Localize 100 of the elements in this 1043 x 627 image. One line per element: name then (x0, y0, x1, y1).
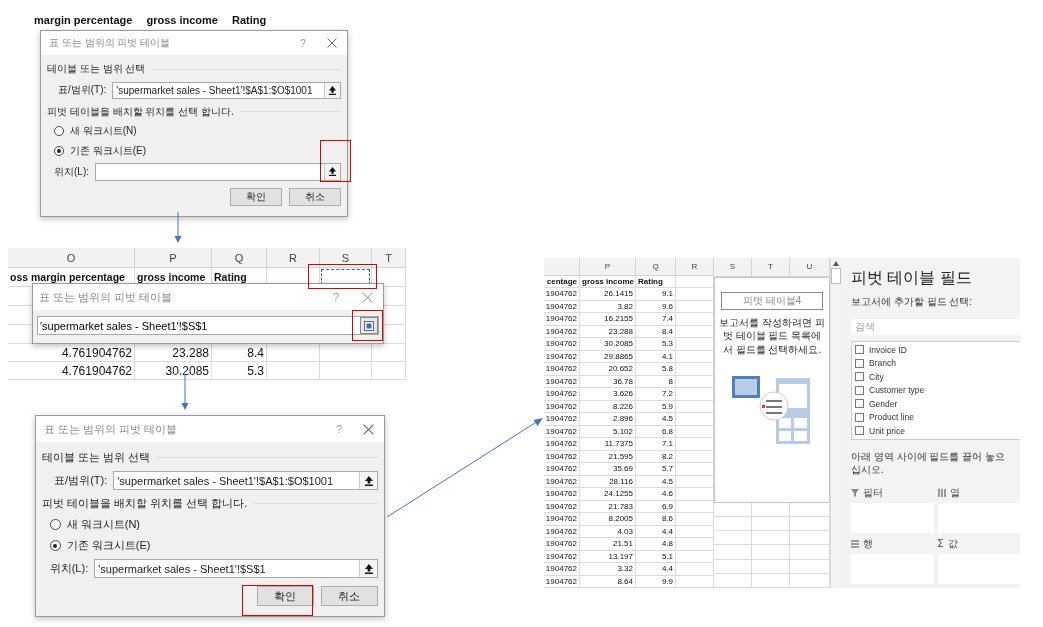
cancel-button[interactable]: 취소 (289, 188, 341, 206)
table-cell: 1904762 (544, 313, 580, 325)
ok-button[interactable]: 확인 (230, 188, 282, 206)
range-field[interactable]: 'supermarket sales - Sheet1'!$A$1:$O$1001 (113, 471, 378, 491)
expand-button[interactable] (360, 317, 378, 334)
area-label: 필터 (863, 485, 883, 500)
radio-label: 새 워크시트(N) (70, 124, 137, 138)
table-cell: 1904762 (544, 450, 580, 463)
highlight-frame (320, 140, 351, 182)
collapse-button[interactable] (324, 164, 340, 180)
column-header[interactable]: Q (212, 248, 267, 267)
column-header[interactable]: S (714, 258, 752, 276)
section-label: 피벗 테이블을 배치할 위치를 선택 합니다. (42, 496, 248, 512)
collapse-button[interactable] (324, 82, 340, 98)
area-label: 행 (863, 536, 873, 551)
table-cell: 24.1255 (580, 488, 636, 500)
table-cell: 5.3 (636, 338, 676, 350)
checkbox[interactable] (855, 412, 864, 422)
table-cell: 1904762 (544, 538, 580, 550)
checkbox[interactable] (855, 372, 864, 382)
table-cell: 1904762 (544, 463, 580, 475)
arrow (181, 373, 189, 410)
close-icon[interactable] (327, 38, 337, 48)
table-cell: 1904762 (544, 500, 580, 513)
field-label: 표/범위(T): (54, 473, 108, 489)
field-name: Branch (869, 358, 896, 369)
pane-subtitle: 보고서에 추가할 필드 선택: (851, 295, 974, 309)
dialog-title: 표 또는 범위의 피벗 테이블 (49, 36, 172, 50)
column-header[interactable]: Q (636, 258, 676, 275)
table-cell: 5.102 (580, 425, 636, 438)
column-header[interactable]: P (580, 258, 636, 275)
table-cell: 4.5 (636, 475, 676, 488)
checkbox[interactable] (855, 385, 864, 395)
table-cell: centage (544, 275, 580, 288)
ok-button[interactable]: 확인 (256, 586, 314, 607)
column-heading: gross income (146, 14, 218, 26)
column-header[interactable]: R (267, 248, 320, 267)
checkbox[interactable] (855, 399, 864, 409)
column-header[interactable]: T (752, 258, 790, 276)
drag-hint: 아래 영역 사이에 필드를 끌어 놓으십시오. (851, 449, 1006, 476)
column-header[interactable]: T (372, 248, 406, 267)
table-cell: 36.78 (580, 375, 636, 388)
table-cell: 3.626 (580, 388, 636, 400)
section-label: 피벗 테이블을 배치할 위치를 선택 합니다. (47, 104, 234, 119)
highlight-frame (308, 264, 377, 289)
column-heading: margin percentage (34, 14, 133, 26)
field-label: 위치(L): (54, 164, 89, 179)
column-header[interactable]: O (8, 248, 135, 267)
table-cell: 1904762 (544, 488, 580, 500)
location-field[interactable] (95, 163, 341, 181)
filter-icon (851, 488, 859, 497)
table-cell: 4.761904762 (8, 362, 135, 379)
close-icon[interactable] (363, 423, 374, 435)
scrollbar[interactable] (830, 258, 841, 588)
table-cell: 6.9 (636, 500, 676, 513)
collapse-button[interactable] (359, 472, 377, 490)
range-field[interactable]: 'supermarket sales - Sheet1'!$A$1:$O$1001 (112, 81, 341, 99)
arrow (174, 211, 182, 243)
table-cell: 26.1415 (580, 288, 636, 300)
radio-button[interactable] (49, 519, 61, 531)
radio-button[interactable] (54, 126, 64, 136)
section-label: 테이블 또는 범위 선택 (47, 62, 146, 76)
radio-button[interactable] (54, 145, 64, 156)
table-cell: 1904762 (544, 288, 580, 300)
table-cell: 9.1 (636, 288, 676, 300)
table-cell: 3.82 (580, 300, 636, 313)
location-field[interactable]: 'supermarket sales - Sheet1'!$S$1 (94, 559, 378, 579)
table-cell: 1904762 (544, 375, 580, 388)
table-cell: 4.8 (636, 538, 676, 550)
radio-button[interactable] (49, 540, 61, 552)
table-cell: 3.32 (580, 563, 636, 575)
checkbox[interactable] (855, 358, 864, 368)
column-header[interactable]: P (135, 248, 212, 267)
radio-label: 기존 워크시트(E) (70, 143, 147, 158)
placeholder-instructions: 보고서를 작성하려면 피벗 테이블 필드 목록에서 필드를 선택하세요. (719, 315, 825, 357)
table-cell: 9.6 (636, 300, 676, 313)
column-header[interactable]: S (320, 248, 372, 267)
field-name: Product line (869, 412, 914, 423)
range-field[interactable]: 'supermarket sales - Sheet1'!$S$1 (37, 316, 379, 335)
collapse-button[interactable] (359, 560, 377, 578)
table-cell: 5.3 (212, 362, 267, 379)
table-cell: 1904762 (544, 388, 580, 400)
table-cell: 29.8865 (580, 350, 636, 363)
table-cell: 11.7375 (580, 438, 636, 450)
sum-icon: Σ (937, 538, 944, 549)
table-cell: 16.2155 (580, 313, 636, 325)
radio-label: 기존 워크시트(E) (66, 538, 151, 554)
highlight-frame (352, 310, 383, 341)
collapse-arrow-icon (363, 475, 374, 486)
section-label: 테이블 또는 범위 선택 (42, 450, 151, 466)
checkbox[interactable] (855, 345, 864, 355)
table-cell: 8.4 (636, 325, 676, 338)
field-label: 표/범위(T): (58, 83, 107, 98)
field-label: 위치(L): (49, 561, 89, 577)
scroll-up-icon[interactable] (833, 261, 839, 266)
checkbox[interactable] (855, 426, 864, 436)
cancel-button[interactable]: 취소 (320, 586, 378, 607)
scroll-thumb[interactable] (831, 268, 841, 284)
expand-icon (364, 320, 374, 331)
area-label: 열 (949, 485, 960, 500)
